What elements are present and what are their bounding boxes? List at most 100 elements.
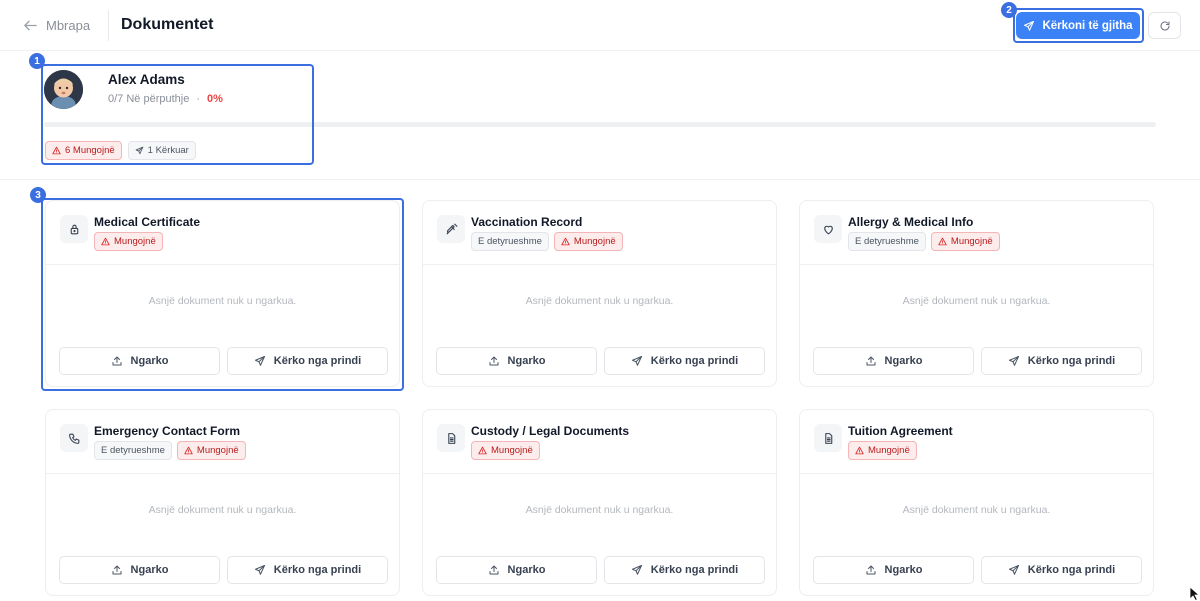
marker-3: 3 xyxy=(30,187,46,203)
missing-badge: Mungojnë xyxy=(930,232,1000,251)
page-title: Dokumentet xyxy=(121,16,214,33)
match-count: 0/7 Në përputhje xyxy=(108,93,190,105)
send-icon xyxy=(1008,565,1019,575)
lock-icon xyxy=(70,224,78,234)
document-card: Custody / Legal Documents Mungojnë Asnjë… xyxy=(422,409,777,596)
request-parent-button[interactable]: Kërko nga prindi xyxy=(981,556,1142,584)
avatar xyxy=(44,70,83,109)
document-actions: Ngarko Kërko nga prindi xyxy=(813,556,1142,584)
document-status-badges: Mungojnë xyxy=(848,441,917,460)
warning-icon xyxy=(52,146,61,155)
warning-icon xyxy=(855,446,864,455)
document-card: Vaccination Record E detyrueshme Mungojnë… xyxy=(422,200,777,387)
upload-button[interactable]: Ngarko xyxy=(59,347,220,375)
document-actions: Ngarko Kërko nga prindi xyxy=(436,556,765,584)
upload-button[interactable]: Ngarko xyxy=(436,556,597,584)
phone-icon xyxy=(68,433,79,444)
warning-icon xyxy=(561,237,570,246)
heart-icon xyxy=(823,225,833,234)
request-all-label: Kërkoni të gjitha xyxy=(1042,19,1133,32)
send-icon xyxy=(135,146,143,155)
send-icon xyxy=(631,356,642,366)
document-card: Medical Certificate Mungojnë Asnjë dokum… xyxy=(45,200,400,387)
missing-badge: Mungojnë xyxy=(553,232,623,251)
upload-icon xyxy=(112,356,122,366)
document-status-badges: Mungojnë xyxy=(94,232,163,251)
empty-state-text: Asnjë dokument nuk u ngarkua. xyxy=(902,295,1051,307)
empty-state-text: Asnjë dokument nuk u ngarkua. xyxy=(525,295,674,307)
upload-icon xyxy=(489,356,499,366)
warning-icon xyxy=(101,237,110,246)
document-card-header: Medical Certificate Mungojnë xyxy=(46,201,399,265)
document-actions: Ngarko Kërko nga prindi xyxy=(59,347,388,375)
document-title: Emergency Contact Form xyxy=(94,424,241,438)
upload-button[interactable]: Ngarko xyxy=(59,556,220,584)
top-bar: Mbrapa Dokumentet Kërkoni të gjitha xyxy=(0,0,1200,51)
document-title: Medical Certificate xyxy=(94,215,201,229)
back-label: Mbrapa xyxy=(46,17,91,33)
document-card: Allergy & Medical Info E detyrueshme Mung… xyxy=(799,200,1154,387)
refresh-button[interactable] xyxy=(1148,12,1181,39)
document-actions: Ngarko Kërko nga prindi xyxy=(59,556,388,584)
document-card: Emergency Contact Form E detyrueshme Mung… xyxy=(45,409,400,596)
empty-state-text: Asnjë dokument nuk u ngarkua. xyxy=(148,504,297,516)
request-parent-button[interactable]: Kërko nga prindi xyxy=(227,347,388,375)
send-icon xyxy=(1008,356,1019,366)
stats-separator: · xyxy=(196,93,201,105)
marker-2: 2 xyxy=(1001,2,1017,18)
required-badge: E detyrueshme xyxy=(94,441,172,460)
document-status-badges: E detyrueshme Mungojnë xyxy=(94,441,246,460)
required-badge: E detyrueshme xyxy=(471,232,549,251)
profile-name: Alex Adams xyxy=(108,72,185,87)
marker-1: 1 xyxy=(29,53,45,69)
send-icon xyxy=(254,356,265,366)
missing-badge: Mungojnë xyxy=(471,441,540,460)
send-icon xyxy=(1024,20,1035,31)
document-status-badges: E detyrueshme Mungojnë xyxy=(471,232,623,251)
empty-state-text: Asnjë dokument nuk u ngarkua. xyxy=(902,504,1051,516)
document-icon xyxy=(824,432,832,444)
document-type-icon-box xyxy=(60,215,88,243)
upload-button[interactable]: Ngarko xyxy=(436,347,597,375)
arrow-left-icon xyxy=(24,20,37,30)
document-type-icon-box xyxy=(814,424,842,452)
profile-stats: 0/7 Në përputhje · 0% xyxy=(108,93,223,105)
document-card-header: Emergency Contact Form E detyrueshme Mung… xyxy=(46,410,399,474)
document-title: Custody / Legal Documents xyxy=(471,424,630,438)
header-divider xyxy=(108,10,109,41)
document-status-badges: E detyrueshme Mungojnë xyxy=(848,232,1000,251)
document-title: Allergy & Medical Info xyxy=(848,215,974,229)
section-divider xyxy=(0,179,1200,180)
required-badge: E detyrueshme xyxy=(848,232,926,251)
document-card-header: Custody / Legal Documents Mungojnë xyxy=(423,410,776,474)
document-card-header: Tuition Agreement Mungojnë xyxy=(800,410,1153,474)
empty-state-text: Asnjë dokument nuk u ngarkua. xyxy=(148,295,297,307)
compliance-progress-bar xyxy=(44,122,1156,127)
syringe-icon xyxy=(446,223,457,234)
document-actions: Ngarko Kërko nga prindi xyxy=(813,347,1142,375)
document-card-header: Allergy & Medical Info E detyrueshme Mung… xyxy=(800,201,1153,265)
request-parent-button[interactable]: Kërko nga prindi xyxy=(227,556,388,584)
document-title: Tuition Agreement xyxy=(848,424,953,438)
upload-button[interactable]: Ngarko xyxy=(813,347,974,375)
back-button[interactable]: Mbrapa xyxy=(22,14,90,36)
request-parent-button[interactable]: Kërko nga prindi xyxy=(981,347,1142,375)
warning-icon xyxy=(478,446,487,455)
document-type-icon-box xyxy=(60,424,88,452)
mouse-cursor-icon xyxy=(1189,586,1200,601)
send-icon xyxy=(254,565,265,575)
upload-icon xyxy=(112,565,122,575)
document-type-icon-box xyxy=(437,424,465,452)
missing-badge: Mungojnë xyxy=(176,441,246,460)
warning-icon xyxy=(938,237,947,246)
upload-button[interactable]: Ngarko xyxy=(813,556,974,584)
empty-state-text: Asnjë dokument nuk u ngarkua. xyxy=(525,504,674,516)
request-all-button[interactable]: Kërkoni të gjitha xyxy=(1016,12,1140,39)
document-title: Vaccination Record xyxy=(471,215,583,229)
match-percent: 0% xyxy=(207,93,223,105)
document-actions: Ngarko Kërko nga prindi xyxy=(436,347,765,375)
document-card-header: Vaccination Record E detyrueshme Mungojnë xyxy=(423,201,776,265)
send-icon xyxy=(631,565,642,575)
request-parent-button[interactable]: Kërko nga prindi xyxy=(604,556,765,584)
request-parent-button[interactable]: Kërko nga prindi xyxy=(604,347,765,375)
